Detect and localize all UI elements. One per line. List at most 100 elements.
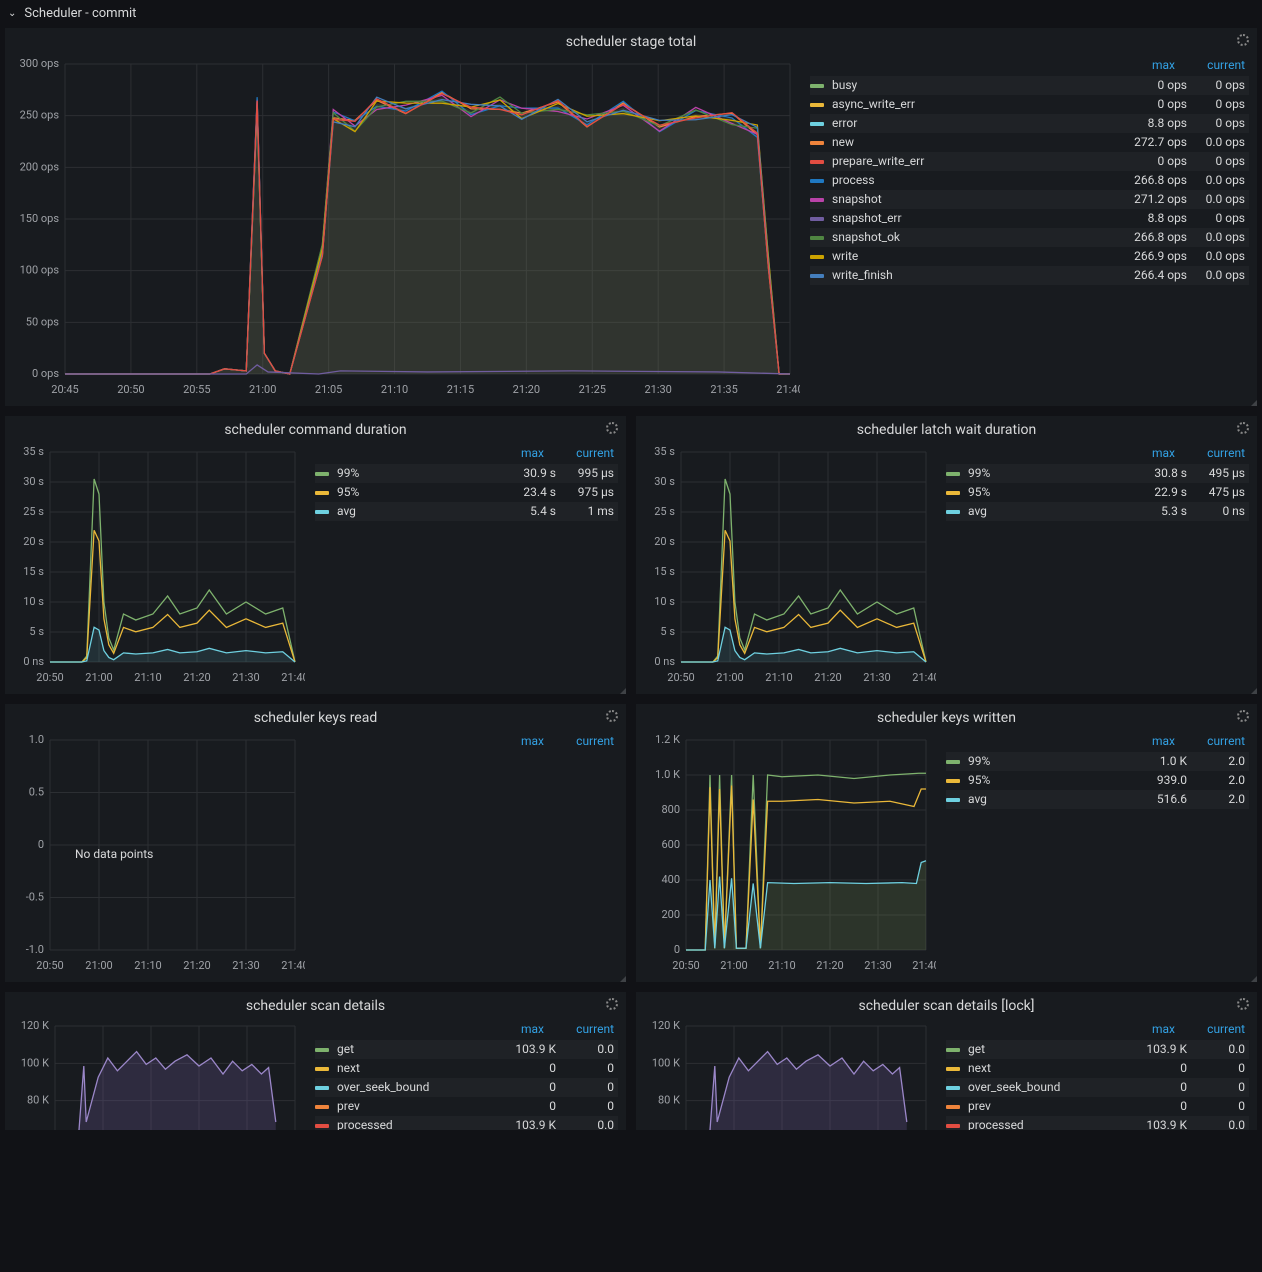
- legend-item-name: processed: [337, 1117, 498, 1131]
- panel-scheduler-keys-written[interactable]: scheduler keys written 02004006008001.0 …: [635, 703, 1258, 983]
- chevron-down-icon: ⌄: [8, 8, 16, 19]
- panel-title: scheduler scan details: [5, 992, 626, 1018]
- legend-item-current: 0 ops: [1187, 96, 1245, 113]
- legend-item[interactable]: get103.9 K0.0: [315, 1040, 618, 1059]
- legend-item[interactable]: avg5.4 s1 ms: [315, 502, 618, 521]
- svg-text:1.0: 1.0: [29, 733, 44, 746]
- panel-scheduler-latch-wait[interactable]: scheduler latch wait duration 0 ns5 s10 …: [635, 415, 1258, 695]
- legend-col-max[interactable]: max: [1117, 1022, 1175, 1036]
- panel-scheduler-scan-details-lock[interactable]: scheduler scan details [lock] 60 K80 K10…: [635, 991, 1258, 1131]
- legend-item[interactable]: 99%1.0 K2.0: [946, 752, 1249, 771]
- legend-item[interactable]: async_write_err0 ops0 ops: [810, 95, 1249, 114]
- chart-canvas[interactable]: 0 ops50 ops100 ops150 ops200 ops250 ops3…: [5, 54, 800, 402]
- legend-item[interactable]: over_seek_bound00: [315, 1078, 618, 1097]
- legend-item[interactable]: snapshot_err8.8 ops0 ops: [810, 209, 1249, 228]
- legend-item[interactable]: write_finish266.4 ops0.0 ops: [810, 266, 1249, 285]
- svg-text:21:10: 21:10: [134, 959, 161, 972]
- resize-handle[interactable]: [1251, 688, 1257, 694]
- legend-item[interactable]: prepare_write_err0 ops0 ops: [810, 152, 1249, 171]
- legend-swatch: [946, 1086, 960, 1090]
- legend-item-current: 2.0: [1187, 753, 1245, 770]
- legend-item-current: 0 ops: [1187, 77, 1245, 94]
- legend-item[interactable]: prev00: [315, 1097, 618, 1116]
- svg-text:100 ops: 100 ops: [20, 264, 60, 277]
- legend-col-current[interactable]: current: [1187, 1022, 1245, 1036]
- svg-text:15 s: 15 s: [23, 565, 44, 578]
- legend-item-name: avg: [968, 791, 1129, 808]
- legend-col-max[interactable]: max: [486, 734, 544, 748]
- legend-col-current[interactable]: current: [1187, 446, 1245, 460]
- legend-item-current: 0: [556, 1079, 614, 1096]
- svg-text:5 s: 5 s: [29, 625, 44, 638]
- legend-item[interactable]: processed103.9 K0.0: [315, 1116, 618, 1131]
- legend-col-current[interactable]: current: [1187, 58, 1245, 72]
- legend-item[interactable]: next00: [946, 1059, 1249, 1078]
- legend-item-current: 0 ops: [1187, 115, 1245, 132]
- legend-item[interactable]: snapshot_ok266.8 ops0.0 ops: [810, 228, 1249, 247]
- resize-handle[interactable]: [1251, 976, 1257, 982]
- svg-text:80 K: 80 K: [27, 1094, 49, 1107]
- legend-item[interactable]: error8.8 ops0 ops: [810, 114, 1249, 133]
- legend-item[interactable]: new272.7 ops0.0 ops: [810, 133, 1249, 152]
- legend-item-name: 99%: [968, 753, 1129, 770]
- svg-text:10 s: 10 s: [23, 595, 44, 608]
- chart-canvas[interactable]: 02004006008001.0 K1.2 K20:5021:0021:1021…: [636, 730, 936, 978]
- resize-handle[interactable]: [620, 688, 626, 694]
- legend-item[interactable]: process266.8 ops0.0 ops: [810, 171, 1249, 190]
- legend-item[interactable]: processed103.9 K0.0: [946, 1116, 1249, 1131]
- legend-item[interactable]: 95%22.9 s475 µs: [946, 483, 1249, 502]
- legend-item[interactable]: busy0 ops0 ops: [810, 76, 1249, 95]
- row-header[interactable]: ⌄ Scheduler - commit: [0, 0, 1262, 27]
- legend-item-max: 266.8 ops: [1129, 172, 1187, 189]
- legend-item-name: prepare_write_err: [832, 153, 1129, 170]
- legend-item-name: snapshot_err: [832, 210, 1129, 227]
- legend-item-name: write: [832, 248, 1129, 265]
- legend-item[interactable]: snapshot271.2 ops0.0 ops: [810, 190, 1249, 209]
- legend-item-current: 0: [556, 1060, 614, 1077]
- svg-text:21:30: 21:30: [863, 671, 890, 684]
- legend-item[interactable]: write266.9 ops0.0 ops: [810, 247, 1249, 266]
- legend-col-max[interactable]: max: [1117, 734, 1175, 748]
- legend-item[interactable]: 95%939.02.0: [946, 771, 1249, 790]
- svg-text:21:05: 21:05: [315, 383, 342, 396]
- legend-col-max[interactable]: max: [1117, 58, 1175, 72]
- svg-text:21:20: 21:20: [513, 383, 540, 396]
- legend-item[interactable]: get103.9 K0.0: [946, 1040, 1249, 1059]
- legend: max current get103.9 K0.0next00over_seek…: [305, 1018, 626, 1131]
- svg-text:21:40: 21:40: [281, 959, 305, 972]
- legend-item[interactable]: avg5.3 s0 ns: [946, 502, 1249, 521]
- legend-swatch: [810, 217, 824, 221]
- chart-canvas[interactable]: 0 ns5 s10 s15 s20 s25 s30 s35 s20:5021:0…: [636, 442, 936, 690]
- panel-scheduler-stage-total[interactable]: scheduler stage total 0 ops50 ops100 ops…: [4, 27, 1258, 407]
- resize-handle[interactable]: [620, 976, 626, 982]
- panel-scheduler-command-duration[interactable]: scheduler command duration 0 ns5 s10 s15…: [4, 415, 627, 695]
- svg-text:400: 400: [661, 873, 680, 886]
- chart-canvas[interactable]: 60 K80 K100 K120 K: [636, 1018, 936, 1131]
- legend-col-current[interactable]: current: [1187, 734, 1245, 748]
- resize-handle[interactable]: [1251, 400, 1257, 406]
- legend-swatch: [810, 160, 824, 164]
- legend-item[interactable]: 95%23.4 s975 µs: [315, 483, 618, 502]
- legend-item[interactable]: avg516.62.0: [946, 790, 1249, 809]
- legend-item[interactable]: over_seek_bound00: [946, 1078, 1249, 1097]
- legend-item[interactable]: 99%30.9 s995 µs: [315, 464, 618, 483]
- legend-col-current[interactable]: current: [556, 446, 614, 460]
- panel-scheduler-scan-details[interactable]: scheduler scan details 60 K80 K100 K120 …: [4, 991, 627, 1131]
- legend-item-max: 30.9 s: [498, 465, 556, 482]
- panel-title: scheduler scan details [lock]: [636, 992, 1257, 1018]
- legend-item[interactable]: 99%30.8 s495 µs: [946, 464, 1249, 483]
- legend-col-max[interactable]: max: [486, 1022, 544, 1036]
- panel-scheduler-keys-read[interactable]: scheduler keys read -1.0-0.500.51.020:50…: [4, 703, 627, 983]
- svg-text:25 s: 25 s: [23, 505, 44, 518]
- chart-canvas[interactable]: -1.0-0.500.51.020:5021:0021:1021:2021:30…: [5, 730, 305, 978]
- legend-col-current[interactable]: current: [556, 734, 614, 748]
- chart-canvas[interactable]: 60 K80 K100 K120 K: [5, 1018, 305, 1131]
- legend-item[interactable]: prev00: [946, 1097, 1249, 1116]
- chart-canvas[interactable]: 0 ns5 s10 s15 s20 s25 s30 s35 s20:5021:0…: [5, 442, 305, 690]
- legend-col-max[interactable]: max: [486, 446, 544, 460]
- legend-item[interactable]: next00: [315, 1059, 618, 1078]
- legend-col-current[interactable]: current: [556, 1022, 614, 1036]
- svg-text:0: 0: [38, 838, 44, 851]
- legend-swatch: [315, 1105, 329, 1109]
- legend-col-max[interactable]: max: [1117, 446, 1175, 460]
